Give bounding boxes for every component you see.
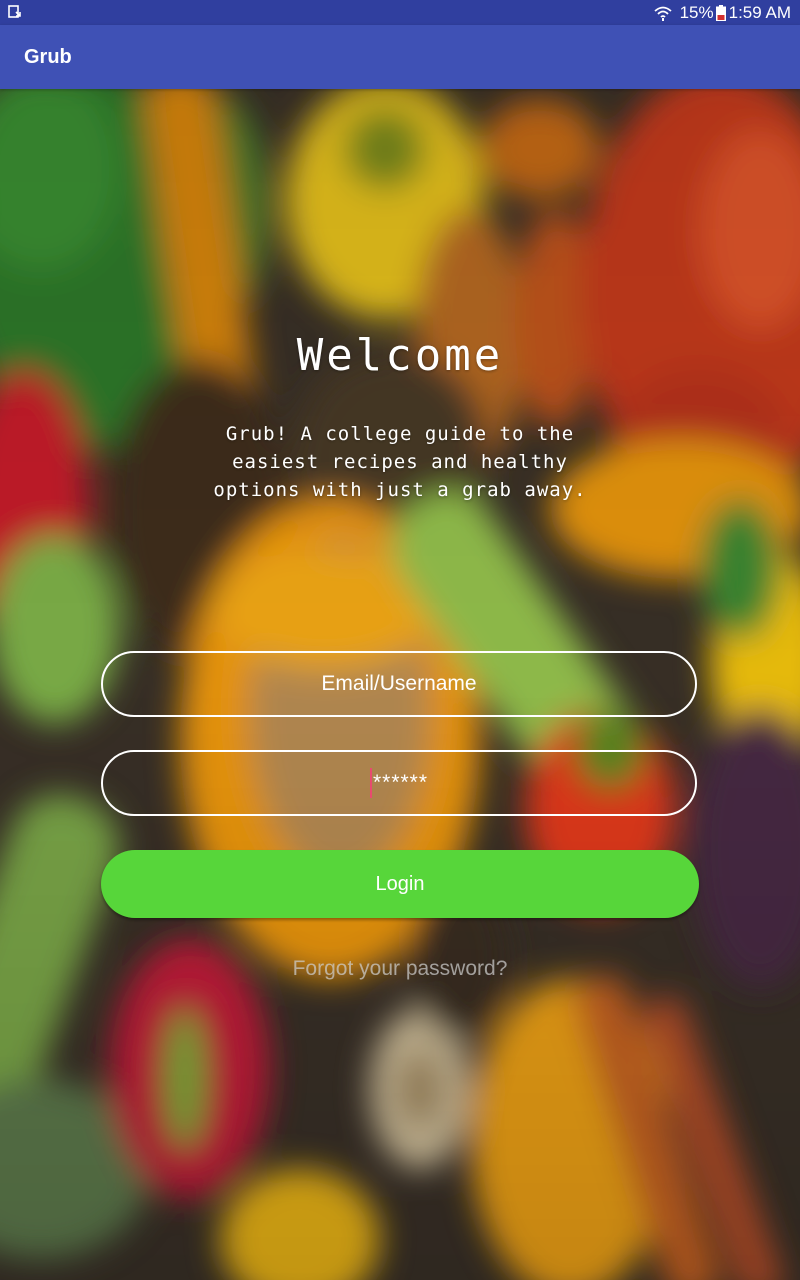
password-input[interactable]: ****** (101, 750, 697, 816)
battery-percent: 15% (679, 2, 714, 22)
forgot-password-link[interactable]: Forgot your password? (0, 957, 800, 981)
notification-icon (8, 5, 21, 18)
clock: 1:59 AM (728, 2, 791, 22)
tagline: Grub! A college guide to the easiest rec… (213, 423, 587, 501)
battery-icon (715, 4, 726, 21)
app-bar: Grub (0, 25, 800, 89)
password-value: ****** (372, 771, 429, 794)
app-title: Grub (24, 46, 72, 68)
status-bar: 15% 1:59 AM (0, 0, 800, 25)
login-button[interactable]: Login (101, 850, 699, 918)
app-screen: 15% 1:59 AM Grub Welcome Grub! A college… (0, 0, 800, 1280)
email-username-input[interactable]: Email/Username (101, 651, 697, 717)
email-placeholder: Email/Username (321, 672, 477, 695)
text-cursor (369, 768, 372, 798)
welcome-title: Welcome (296, 330, 504, 381)
wifi-icon (654, 6, 672, 21)
status-indicators: 15% 1:59 AM (654, 0, 791, 25)
login-button-label: Login (375, 872, 425, 895)
